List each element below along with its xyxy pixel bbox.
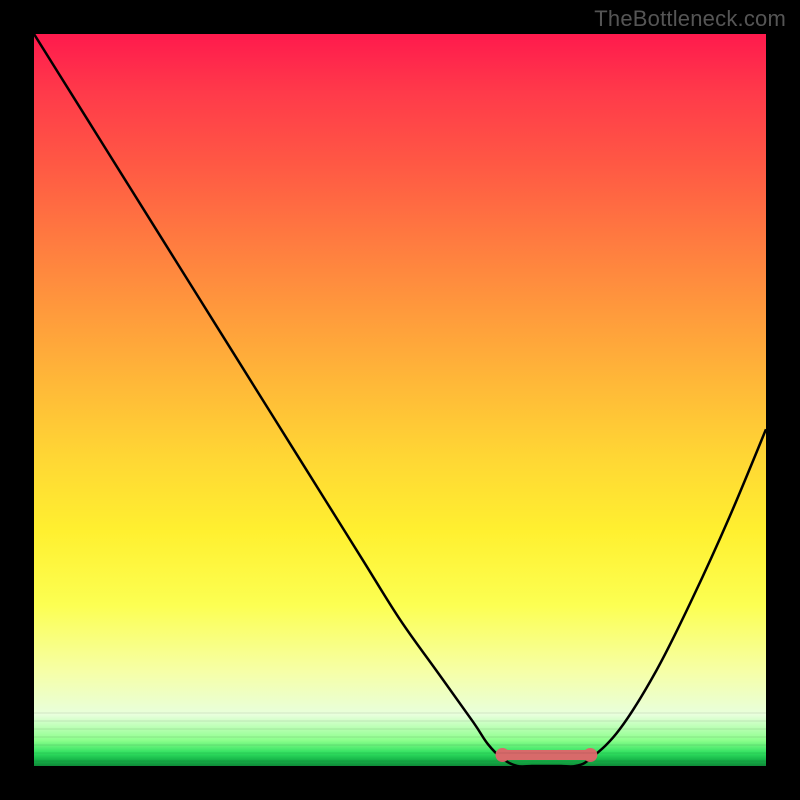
optimal-range-start-dot	[495, 748, 509, 762]
chart-plot-area	[34, 34, 766, 766]
chart-svg	[34, 34, 766, 766]
bottleneck-curve-path	[34, 34, 766, 766]
watermark-text: TheBottleneck.com	[594, 6, 786, 32]
optimal-range-end-dot	[583, 748, 597, 762]
